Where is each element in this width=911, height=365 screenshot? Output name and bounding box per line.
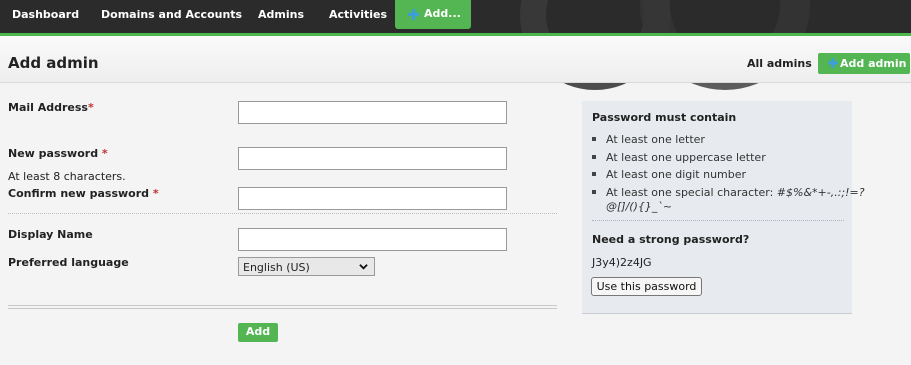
plus-icon [408,9,419,20]
bullet-icon [592,172,596,176]
confirm-password-input[interactable] [238,187,507,210]
top-navigation: Dashboard Domains and Accounts Admins Ac… [0,0,911,90]
preferred-language-select[interactable]: English (US) [238,257,375,276]
special-chars-line2: @[]/(){}_`~ [606,200,673,213]
confirm-password-text: Confirm new password [8,187,150,200]
add-admin-button[interactable]: Add admin [818,53,910,74]
rule-text: At least one digit number [606,168,747,181]
preferred-language-label: Preferred language [8,256,129,269]
nav-domains-and-accounts[interactable]: Domains and Accounts [101,0,242,30]
nav-dashboard[interactable]: Dashboard [12,0,79,30]
use-this-password-button[interactable]: Use this password [591,277,702,296]
page-header: Add admin All admins Add admin [0,36,911,83]
mail-address-label: Mail Address* [8,101,94,114]
strong-password-title: Need a strong password? [592,233,750,246]
section-divider [8,213,557,214]
special-chars-line1: #$%&*+-,.:;!=? [776,186,865,199]
new-password-label: New password * [8,147,108,160]
new-password-text: New password [8,147,99,160]
new-password-input[interactable] [238,147,507,170]
form-divider [8,308,557,309]
rule-text: At least one special character: #$%&*+-,… [606,186,865,199]
display-name-input[interactable] [238,228,507,251]
password-rules-panel: Password must contain At least one lette… [582,101,865,314]
rule-text: At least one letter [606,133,705,146]
add-submit-button[interactable]: Add [238,323,278,342]
mail-address-input[interactable] [238,101,507,124]
nav-admins[interactable]: Admins [258,0,304,30]
required-mark: * [152,187,159,200]
chevron-down-icon [359,264,368,270]
mail-address-text: Mail Address [8,101,88,114]
page-title: Add admin [8,54,99,72]
nav-add-label: Add... [424,7,461,20]
plus-icon [828,58,838,68]
confirm-password-label: Confirm new password * [8,187,159,200]
rule-text: At least one uppercase letter [606,151,766,164]
bullet-icon [592,190,596,194]
required-mark: * [87,101,94,114]
preferred-language-value: English (US) [243,261,310,274]
rule-special-text: At least one special character: [606,186,774,199]
form-divider [8,305,557,306]
generated-password: J3y4)2z4JG [592,256,652,269]
nav-add-button[interactable]: Add... [395,0,471,29]
display-name-label: Display Name [8,228,93,241]
required-mark: * [101,147,108,160]
add-admin-label: Add admin [840,57,907,70]
password-hint: At least 8 characters. [8,170,126,183]
bullet-icon [592,137,596,141]
all-admins-link[interactable]: All admins [747,57,812,70]
panel-title: Password must contain [592,111,737,124]
panel-divider [592,220,844,221]
bullet-icon [592,155,596,159]
nav-activities[interactable]: Activities [329,0,387,30]
